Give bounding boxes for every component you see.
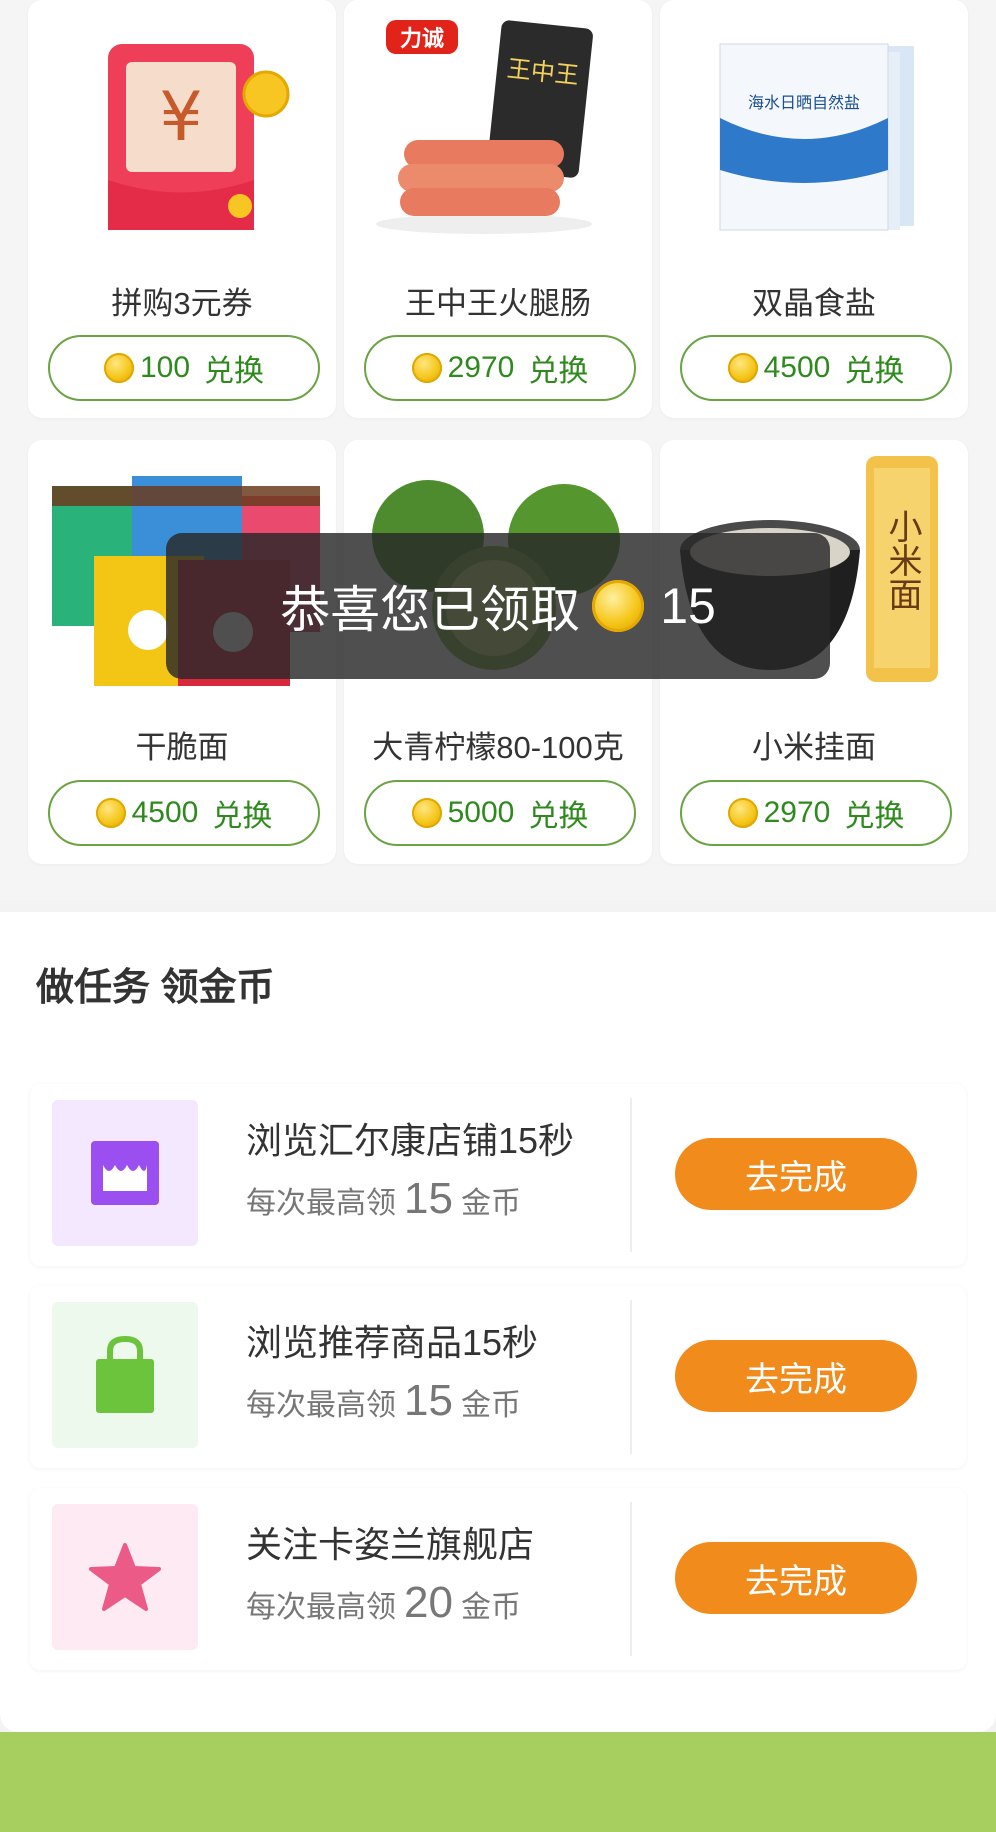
task-title: 浏览推荐商品15秒 [246, 1322, 539, 1363]
coin-icon [95, 798, 126, 828]
ham-sausage-image: 王中王 力诚 [376, 20, 593, 234]
product-name: 双晶食盐 [752, 286, 876, 321]
exchange-button[interactable]: 4500 兑换 [680, 335, 952, 401]
product-name: 拼购3元券 [111, 286, 253, 321]
exchange-label: 兑换 [204, 355, 265, 388]
points-value: 5000 [447, 796, 515, 829]
exchange-button[interactable]: 100 兑换 [48, 335, 320, 401]
points-value: 4500 [131, 796, 199, 829]
coin-icon [411, 798, 442, 828]
task-item: 浏览汇尔康店铺15秒 每次最高领 15 金币 去完成 [30, 1084, 966, 1266]
task-reward: 每次最高领 15 金币 [246, 1376, 521, 1425]
product-card[interactable]: ¥ 拼购3元券 100 兑换 [28, 0, 336, 418]
exchange-label: 兑换 [844, 355, 905, 388]
red-envelope-coupon-image: ¥ [108, 44, 290, 230]
points-value: 2970 [447, 351, 515, 384]
coin-icon [103, 353, 134, 383]
coin-icon [727, 353, 758, 383]
svg-text:¥: ¥ [159, 78, 202, 157]
task-reward: 每次最高领 15 金币 [246, 1174, 521, 1223]
svg-text:力诚: 力诚 [400, 27, 444, 52]
exchange-button[interactable]: 5000 兑换 [364, 780, 636, 846]
shopping-bag-icon [52, 1302, 198, 1448]
footer-background [0, 1732, 996, 1832]
task-title: 浏览汇尔康店铺15秒 [246, 1120, 575, 1161]
product-name: 干脆面 [135, 730, 229, 765]
divider [630, 1098, 632, 1252]
divider [630, 1300, 632, 1454]
tasks-section: 做任务 领金币 浏览汇尔康店铺15秒 每次最高领 15 金币 去完成 浏览推荐商品1… [0, 912, 996, 1732]
task-item: 关注卡姿兰旗舰店 每次最高领 20 金币 去完成 [30, 1488, 966, 1670]
task-reward: 每次最高领 20 金币 [246, 1578, 521, 1627]
star-icon [52, 1504, 198, 1650]
coin-icon [592, 580, 645, 632]
toast-text: 恭喜您已领取 [280, 582, 581, 638]
complete-task-button[interactable]: 去完成 [675, 1542, 917, 1614]
svg-text:海水日晒自然盐: 海水日晒自然盐 [748, 93, 860, 112]
divider [630, 1502, 632, 1656]
store-icon [52, 1100, 198, 1246]
product-name: 小米挂面 [752, 730, 876, 765]
product-card[interactable]: 王中王 力诚 王中王火腿肠 2970 兑换 [344, 0, 652, 418]
complete-task-button[interactable]: 去完成 [675, 1138, 917, 1210]
exchange-label: 兑换 [528, 355, 589, 388]
toast-amount: 15 [660, 578, 716, 634]
section-title: 做任务 领金币 [36, 967, 275, 1009]
salt-bags-image: 海水日晒自然盐 [719, 43, 914, 231]
reward-toast: 恭喜您已领取 15 [166, 533, 830, 679]
exchange-label: 兑换 [844, 800, 905, 833]
product-card[interactable]: 海水日晒自然盐 双晶食盐 4500 兑换 [660, 0, 968, 418]
product-name: 大青柠檬80-100克 [372, 730, 624, 765]
task-item: 浏览推荐商品15秒 每次最高领 15 金币 去完成 [30, 1286, 966, 1468]
exchange-button[interactable]: 2970 兑换 [680, 780, 952, 846]
coin-icon [727, 798, 758, 828]
points-value: 100 [139, 351, 191, 384]
svg-text:小米面: 小米面 [882, 509, 922, 611]
points-value: 2970 [763, 796, 831, 829]
product-grid: ¥ 拼购3元券 100 兑换 王中王 力诚 王中王火腿肠 2970 兑换 海水日… [0, 0, 996, 900]
exchange-label: 兑换 [212, 800, 273, 833]
complete-task-button[interactable]: 去完成 [675, 1340, 917, 1412]
exchange-button[interactable]: 4500 兑换 [48, 780, 320, 846]
exchange-button[interactable]: 2970 兑换 [364, 335, 636, 401]
exchange-label: 兑换 [528, 800, 589, 833]
product-name: 王中王火腿肠 [405, 286, 591, 321]
task-title: 关注卡姿兰旗舰店 [246, 1524, 535, 1565]
points-value: 4500 [763, 351, 831, 384]
coin-icon [411, 353, 442, 383]
